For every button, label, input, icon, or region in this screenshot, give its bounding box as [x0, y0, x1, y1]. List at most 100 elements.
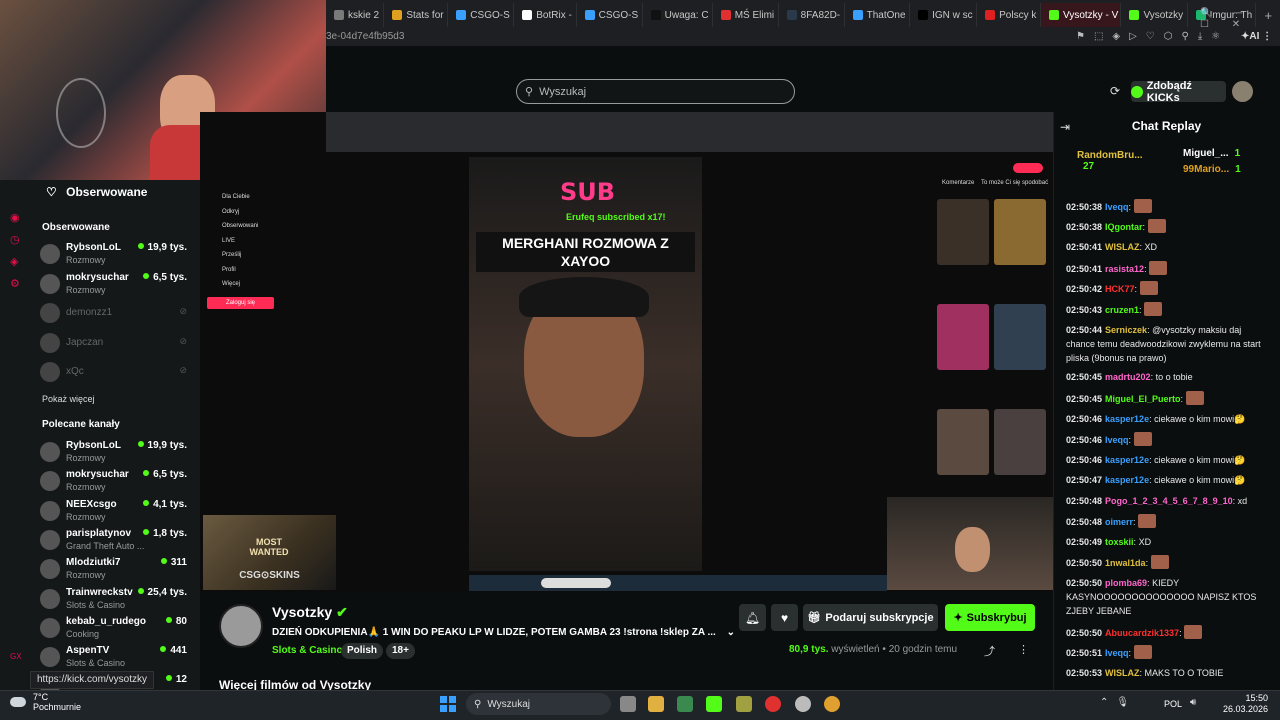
sidebar-channel-item[interactable]: kebab_u_rudego Cooking 80	[40, 616, 195, 644]
sidebar-channel-item[interactable]: NEEXcsgo Rozmowy 4,1 tys.	[40, 499, 195, 527]
kick-app-icon[interactable]	[706, 696, 722, 712]
sidebar-channel-item[interactable]: AspenTV Slots & Casino 441	[40, 645, 195, 673]
channel-avatar[interactable]	[219, 604, 263, 648]
channel-avatar	[40, 442, 60, 462]
clock[interactable]: 15:50 26.03.2026	[1220, 693, 1268, 715]
weather-temp: 7°C	[33, 692, 49, 702]
search-input[interactable]: ⚲ Wyszukaj	[516, 79, 795, 104]
browser-tab[interactable]: 8FA82D-	[779, 3, 845, 27]
browser-toolbar-icons[interactable]: ⚑⬚◈▷♡⬡⚲⤓⚛	[1076, 31, 1229, 42]
tray-icons[interactable]: ⌃🎙︎	[1100, 697, 1137, 708]
gift-subs-button[interactable]: 🎁︎ Podaruj subskrypcje	[803, 604, 938, 631]
sidebar-nav-icons[interactable]: ◉ ◷ ◈ ⚙	[10, 207, 20, 295]
chevron-down-icon[interactable]: ⌄	[727, 627, 735, 638]
sidebar-channel-item[interactable]: parisplatynov Grand Theft Auto ... 1,8 tys…	[40, 528, 195, 556]
tab-label: Stats for	[406, 9, 444, 21]
chat-username[interactable]: oimerr	[1105, 517, 1133, 527]
chat-username[interactable]: 1nwal1da	[1105, 558, 1146, 568]
chat-username[interactable]: Iveqq	[1105, 202, 1129, 212]
tag-polish[interactable]: Polish	[341, 643, 384, 659]
chat-username[interactable]: plomba69	[1105, 578, 1147, 588]
chat-username[interactable]: cruzen1	[1105, 305, 1139, 315]
browser-tab[interactable]: CSGO-S	[448, 3, 515, 27]
taskview-icon[interactable]	[620, 696, 636, 712]
gifter-name: 99Mario...	[1183, 164, 1230, 175]
tiktok-menu-item: Dla Ciebie	[222, 194, 250, 200]
user-avatar[interactable]	[1232, 81, 1253, 102]
chat-username[interactable]: kasper12e	[1105, 414, 1149, 424]
browser-tab[interactable]: MŚ Elimi	[713, 3, 779, 27]
browser-tab[interactable]: Uwaga: C	[643, 3, 713, 27]
tiktok-thumb	[994, 304, 1046, 370]
chat-title: Chat Replay	[1131, 119, 1202, 133]
browser-tab[interactable]: BotRix -	[514, 3, 577, 27]
window-controls[interactable]: 🔍 ─ ☐ ✕	[1200, 8, 1280, 30]
sidebar-channel-item[interactable]: Trainwreckstv Slots & Casino 25,4 tys.	[40, 587, 195, 615]
subscribe-button[interactable]: ✦ Subskrybuj	[945, 604, 1035, 631]
chat-username[interactable]: WISLAZ	[1105, 668, 1140, 678]
tab-favicon-icon	[334, 10, 344, 20]
taskbar-search[interactable]: ⚲ Wyszukaj	[466, 693, 611, 715]
chat-username[interactable]: toxskii	[1105, 537, 1134, 547]
sidebar-channel-item[interactable]: mokrysuchar Rozmowy 6,5 tys.	[40, 272, 195, 300]
chat-username[interactable]: Pogo_1_2_3_4_5_6_7_8_9_10	[1105, 496, 1233, 506]
category-link[interactable]: Slots & Casino	[272, 645, 343, 656]
chat-username[interactable]: IQgontar	[1105, 222, 1143, 232]
chat-username[interactable]: Serniczek	[1105, 325, 1147, 335]
share-icon[interactable]: ⤴	[984, 643, 995, 659]
app-icon[interactable]	[795, 696, 811, 712]
chat-username[interactable]: kasper12e	[1105, 475, 1149, 485]
chat-username[interactable]: WISLAZ	[1105, 242, 1140, 252]
channel-name[interactable]: Vysotzky ✔	[272, 604, 348, 621]
chat-username[interactable]: Abuucardzik1337	[1105, 628, 1179, 638]
volume-icon[interactable]: 🔊︎	[1190, 697, 1196, 708]
notifications-icon[interactable]: ⟳	[1110, 84, 1120, 98]
bell-icon[interactable]: 🔔︎	[739, 604, 766, 631]
language-indicator[interactable]: POL	[1164, 699, 1182, 709]
chat-username[interactable]: rasista12	[1105, 264, 1144, 274]
tab-favicon-icon	[456, 10, 467, 20]
chat-username[interactable]: HCK77	[1105, 284, 1135, 294]
sidebar-channel-item[interactable]: xQc ⊘	[40, 360, 195, 388]
address-text[interactable]: 3e-04d7e4fb95d3	[326, 31, 404, 42]
pinned-gifter[interactable]: Miguel_... 1	[1183, 148, 1240, 159]
browser-tab[interactable]: Vysotzky	[1121, 3, 1188, 27]
heart-follow-icon[interactable]: ♥	[771, 604, 798, 631]
pinned-gifter[interactable]: 99Mario... 1	[1183, 164, 1241, 175]
browser-tab[interactable]: CSGO-S	[577, 3, 643, 27]
weather-widget[interactable]: 7°C Pochmurnie	[33, 692, 81, 712]
pinned-gifter[interactable]: RandomBru... 27	[1077, 150, 1143, 172]
sidebar-followed-title[interactable]: ♡ Obserwowane	[46, 185, 147, 199]
chrome-icon[interactable]	[824, 696, 840, 712]
sidebar-channel-item[interactable]: RybsonLoL Rozmowy 19,9 tys.	[40, 242, 195, 270]
chat-timestamp: 02:50:45	[1066, 372, 1103, 382]
windows-start-icon[interactable]	[440, 696, 456, 712]
browser-tab[interactable]: IGN w sc	[910, 3, 978, 27]
opera-icon[interactable]	[765, 696, 781, 712]
sidebar-channel-item[interactable]: demonzz1 ⊘	[40, 301, 195, 329]
chat-username[interactable]: kasper12e	[1105, 455, 1149, 465]
browser-tab[interactable]: Polscy k	[977, 3, 1042, 27]
chat-username[interactable]: Iveqq	[1105, 435, 1129, 445]
browser-tab[interactable]: kskie 2	[326, 3, 385, 27]
sidebar-channel-item[interactable]: RybsonLoL Rozmowy 19,9 tys.	[40, 440, 195, 468]
chat-username[interactable]: madrtu202	[1105, 372, 1151, 382]
browser-tab[interactable]: Stats for	[384, 3, 449, 27]
sidebar-channel-item[interactable]: mokrysuchar Rozmowy 6,5 tys.	[40, 469, 195, 497]
chat-username[interactable]: Miguel_El_Puerto	[1105, 394, 1181, 404]
sidebar-channel-item[interactable]: Mlodziutki7 Rozmowy 311	[40, 557, 195, 585]
folder-icon[interactable]	[648, 696, 664, 712]
browser-tab[interactable]: Vysotzky - V	[1041, 3, 1122, 27]
heart-icon: ♡	[46, 185, 57, 199]
app-icon[interactable]	[677, 696, 693, 712]
sidebar-channel-item[interactable]: Japczan ⊘	[40, 331, 195, 359]
chat-username[interactable]: Iveqq	[1105, 648, 1129, 658]
ai-button[interactable]: ✦AI ⋮	[1241, 31, 1272, 42]
tag-18plus[interactable]: 18+	[386, 643, 415, 659]
get-kicks-button[interactable]: Zdobądź KICKs	[1131, 80, 1226, 104]
gx-icon[interactable]: GX	[10, 652, 22, 661]
app-icon[interactable]	[736, 696, 752, 712]
show-more-link[interactable]: Pokaż więcej	[42, 394, 95, 404]
more-icon[interactable]: ⋮	[1018, 643, 1029, 656]
browser-tab[interactable]: ThatOne	[845, 3, 911, 27]
